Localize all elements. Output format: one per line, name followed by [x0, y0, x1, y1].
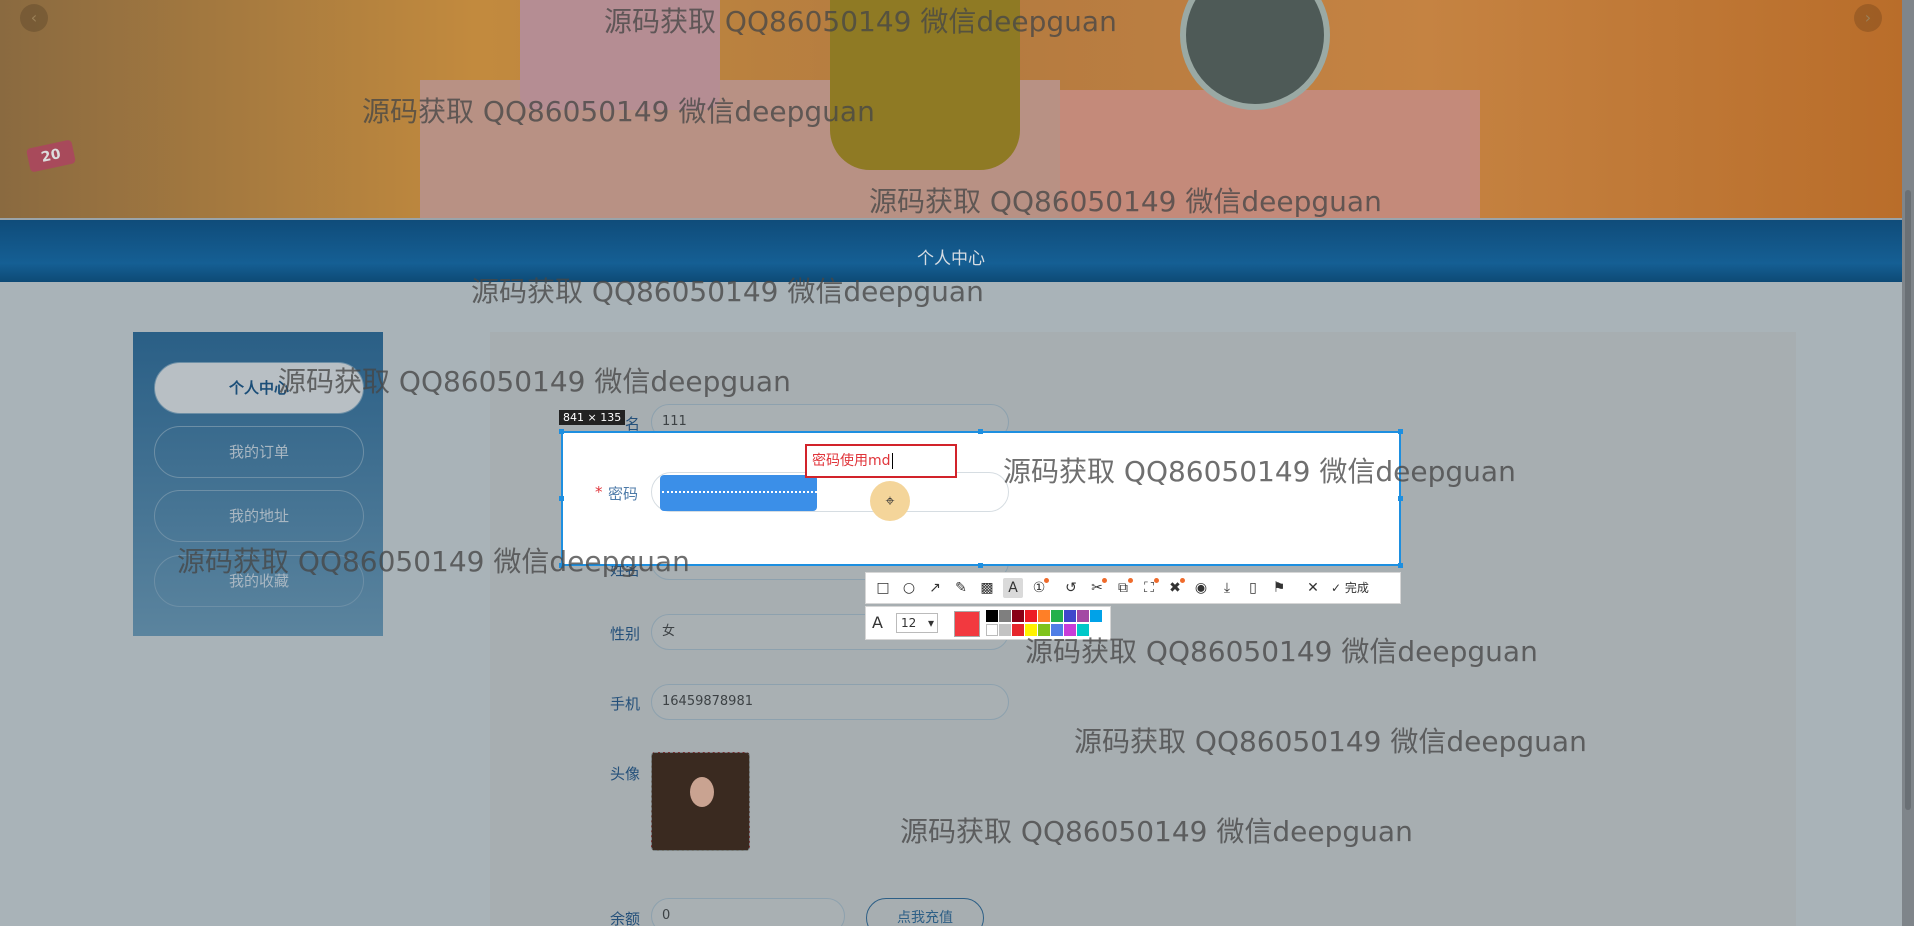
check-icon: ✓ [1331, 581, 1342, 595]
resize-handle[interactable] [559, 429, 564, 434]
color-swatch[interactable] [1064, 610, 1076, 622]
banner-sticker: 20 [26, 139, 76, 173]
sidebar-item-orders[interactable]: 我的订单 [154, 426, 364, 478]
undo-icon[interactable]: ↺ [1061, 578, 1081, 598]
color-swatch[interactable] [999, 610, 1011, 622]
balance-label: 余额 [609, 910, 640, 926]
download-icon[interactable]: ⤓ [1217, 578, 1237, 598]
watermark: 源码获取 QQ86050149 微信deepguan [471, 275, 984, 308]
color-swatch[interactable] [1090, 610, 1102, 622]
phone-input[interactable]: 16459878981 [651, 684, 1009, 720]
recharge-button[interactable]: 点我充值 [866, 898, 984, 926]
balance-input[interactable]: 0 [651, 898, 845, 926]
color-swatch[interactable] [1012, 624, 1024, 636]
pen-icon[interactable]: ✎ [951, 578, 971, 598]
arrow-icon[interactable]: ↗ [925, 578, 945, 598]
password-selection-highlight [660, 475, 817, 511]
done-button[interactable]: ✓ 完成 [1331, 578, 1369, 598]
avatar-upload[interactable] [651, 752, 750, 851]
mosaic-icon[interactable]: ▩ [977, 578, 997, 598]
watermark: 源码获取 QQ86050149 微信deepguan [1074, 725, 1587, 758]
color-swatch[interactable] [1051, 610, 1063, 622]
font-icon: A [872, 613, 883, 632]
resize-handle[interactable] [978, 429, 983, 434]
watermark: 源码获取 QQ86050149 微信deepguan [1025, 635, 1538, 668]
text-icon[interactable]: A [1003, 578, 1023, 598]
resize-handle[interactable] [1398, 496, 1403, 501]
watermark: 源码获取 QQ86050149 微信deepguan [604, 5, 1117, 38]
resize-handle[interactable] [559, 496, 564, 501]
current-color-swatch[interactable] [954, 611, 980, 637]
password-required-mark: * [595, 483, 603, 501]
resize-handle[interactable] [1398, 429, 1403, 434]
color-swatch[interactable] [999, 624, 1011, 636]
watermark: 源码获取 QQ86050149 微信deepguan [362, 95, 875, 128]
watermark: 源码获取 QQ86050149 微信deepguan [869, 185, 1382, 218]
scrollbar-thumb[interactable] [1905, 190, 1911, 810]
color-swatch[interactable] [986, 610, 998, 622]
bookmark-icon[interactable]: ⚑ [1269, 578, 1289, 598]
password-label: 密码 [608, 485, 639, 503]
annotation-text: 密码使用md [812, 453, 891, 469]
copy-icon[interactable]: ⧉ [1113, 578, 1133, 598]
record-icon[interactable]: ◉ [1191, 578, 1211, 598]
ocr-icon[interactable]: ⛶ [1139, 578, 1159, 598]
font-size-value: 12 [901, 616, 917, 630]
color-swatch[interactable] [986, 624, 998, 636]
ellipse-icon[interactable]: ○ [899, 578, 919, 598]
watermark: 源码获取 QQ86050149 微信deepguan [278, 365, 791, 398]
rectangle-icon[interactable]: □ [873, 578, 893, 598]
required-asterisk: * [595, 483, 603, 501]
banner-prev-arrow-icon[interactable]: ‹ [20, 4, 48, 32]
close-icon[interactable]: ✕ [1303, 578, 1323, 598]
avatar-label: 头像 [609, 765, 640, 783]
text-annotation-box[interactable]: 密码使用md [805, 444, 957, 478]
font-size-select[interactable]: 12 ▾ [896, 613, 938, 633]
color-swatch[interactable] [1077, 610, 1089, 622]
screenshot-toolbar: □ ○ ↗ ✎ ▩ A ① ↺ ✂ ⧉ ⛶ ✖ ◉ ⤓ ▯ ⚑ ✕ ✓ 完成 [865, 572, 1401, 604]
watermark: 源码获取 QQ86050149 微信deepguan [177, 545, 690, 578]
color-swatch[interactable] [1025, 610, 1037, 622]
selection-size-label: 841 × 135 [559, 410, 626, 425]
sidebar-item-addresses[interactable]: 我的地址 [154, 490, 364, 542]
phone-label: 手机 [609, 695, 640, 713]
done-label: 完成 [1344, 581, 1369, 595]
crosshair-cursor-icon: ⌖ [870, 481, 910, 521]
resize-handle[interactable] [978, 563, 983, 568]
resize-handle[interactable] [1398, 563, 1403, 568]
color-swatch[interactable] [1012, 610, 1024, 622]
pin-icon[interactable]: ✖ [1165, 578, 1185, 598]
chevron-down-icon: ▾ [927, 616, 934, 630]
text-caret [891, 453, 893, 469]
color-swatch[interactable] [1038, 610, 1050, 622]
page-title: 个人中心 [917, 249, 985, 269]
gender-label: 性别 [609, 625, 640, 643]
cut-icon[interactable]: ✂ [1087, 578, 1107, 598]
watermark: 源码获取 QQ86050149 微信deepguan [900, 815, 1413, 848]
number-icon[interactable]: ① [1029, 578, 1049, 598]
password-masked-dots [662, 491, 817, 493]
watermark: 源码获取 QQ86050149 微信deepguan [1003, 455, 1516, 488]
banner-next-arrow-icon[interactable]: › [1854, 4, 1882, 32]
avatar-photo [690, 777, 714, 807]
phone-icon[interactable]: ▯ [1243, 578, 1263, 598]
